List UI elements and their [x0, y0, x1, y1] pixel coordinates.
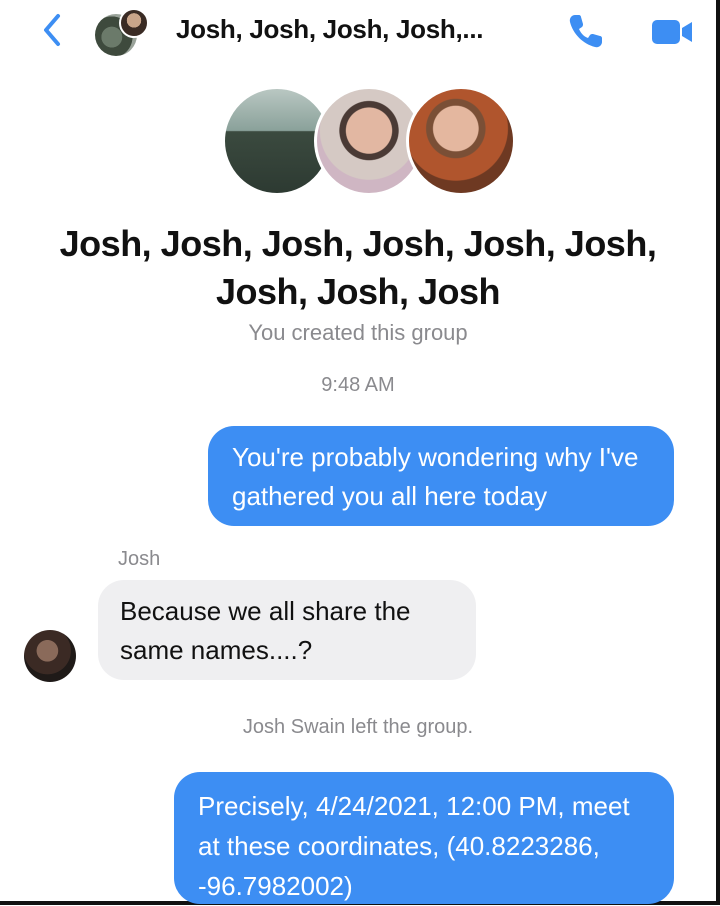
video-camera-icon[interactable] [650, 14, 694, 48]
group-photo-stack[interactable] [222, 86, 516, 196]
chevron-left-icon[interactable] [38, 12, 68, 48]
group-avatar[interactable] [95, 8, 149, 56]
group-name: Josh, Josh, Josh, Josh, Josh, Josh, Josh… [59, 223, 657, 312]
member-avatar [119, 8, 149, 38]
outgoing-message[interactable]: You're probably wondering why I've gathe… [208, 426, 674, 526]
group-created-note: You created this group [248, 320, 468, 345]
conversation-title[interactable]: Josh, Josh, Josh, Josh,... [176, 14, 483, 45]
outgoing-message[interactable]: Precisely, 4/24/2021, 12:00 PM, meet at … [174, 772, 674, 904]
message-timestamp: 9:48 AM [321, 374, 395, 396]
sender-avatar[interactable] [24, 630, 76, 682]
chat-screen: Josh, Josh, Josh, Josh,... Josh, Josh, J… [0, 0, 720, 905]
phone-icon[interactable] [565, 10, 607, 52]
chat-header: Josh, Josh, Josh, Josh,... [0, 0, 716, 62]
system-message: Josh Swain left the group. [242, 716, 474, 738]
member-avatar [406, 86, 516, 196]
incoming-message[interactable]: Because we all share the same names....? [98, 580, 476, 680]
sender-name: Josh [118, 548, 161, 570]
